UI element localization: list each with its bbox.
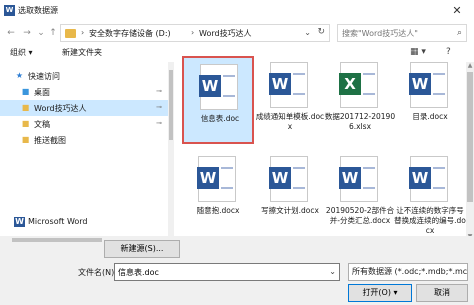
sidebar-item-quick-access[interactable]: ★ 快速访问 [0,68,168,84]
file-name: 20190520-2部件合并-分类汇总.docx [325,206,395,225]
pin-icon[interactable]: ⊸ [156,87,162,95]
scrollbar-thumb[interactable] [467,72,473,202]
word-doc-icon: W [409,156,448,202]
back-button[interactable]: ← [4,26,18,40]
filename-input[interactable] [115,264,339,280]
breadcrumb-separator: › [81,28,85,37]
new-folder-button[interactable]: 新建文件夹 [62,47,102,58]
file-list-scrollbar[interactable]: ▲ ▼ [466,62,474,240]
word-doc-icon: W [199,64,238,110]
word-icon: W [14,217,25,227]
excel-doc-icon: X [339,62,378,108]
sidebar-item-word-tips[interactable]: ■ Word技巧达人 ⊸ [0,100,168,116]
file-name: 目录.docx [412,112,448,121]
breadcrumb-drive[interactable]: 安全数字存储设备 (D:) [89,28,171,39]
file-name: 成绩通知单模板.docx [255,112,325,131]
chevron-down-icon[interactable]: ⌄ [329,267,336,276]
window-title: 选取数据源 [18,6,58,15]
sidebar-item-label: Word技巧达人 [34,104,87,113]
organize-button[interactable]: 组织 ▾ [10,47,33,58]
file-name: 让不连续的数字序号替换成连续的编号.docx [394,206,466,235]
sidebar-item-label: 快速访问 [28,72,60,81]
forward-button[interactable]: → [20,26,34,40]
sidebar-item-screenshots[interactable]: ■ 推送截图 [0,132,168,148]
file-item[interactable]: W 让不连续的数字序号替换成连续的编号.docx [394,150,466,238]
sidebar-item-desktop[interactable]: ■ 桌面 ⊸ [0,84,168,100]
scrollbar-thumb[interactable] [169,70,173,140]
file-item[interactable]: W 随意抱.docx [182,150,254,238]
file-item[interactable]: W 成绩通知单模板.docx [254,56,326,144]
navigation-pane: ★ 快速访问 ■ 桌面 ⊸ ■ Word技巧达人 ⊸ ■ 文稿 ⊸ ■ 推送截图… [0,62,174,240]
close-button[interactable]: ✕ [444,2,470,20]
word-app-icon: W [4,5,15,16]
title-bar: W 选取数据源 ✕ [0,0,474,22]
desktop-folder-icon: ■ [21,87,30,96]
file-item[interactable]: W 20190520-2部件合并-分类汇总.docx [324,150,396,238]
search-box[interactable]: ⌕ [337,24,467,42]
file-item[interactable]: W 信息表.doc [182,56,254,144]
refresh-icon[interactable]: ↻ [317,27,325,37]
file-name: 信息表.doc [200,114,240,123]
sidebar-item-microsoft-word[interactable]: W Microsoft Word [0,214,168,230]
folder-icon: ■ [21,119,30,128]
word-doc-icon: W [269,62,308,108]
navigation-scrollbar[interactable] [168,62,174,240]
search-input[interactable] [342,27,450,39]
star-icon: ★ [15,71,24,80]
file-type-value: 所有数据源 (*.odc;*.mdb;*.mc [352,267,468,276]
folder-icon: ■ [21,135,30,144]
sidebar-item-label: 桌面 [34,88,50,97]
sidebar-item-label: 文稿 [34,120,50,129]
cancel-button[interactable]: 取消 [416,284,468,302]
sidebar-item-label: Microsoft Word [28,217,88,226]
word-doc-icon: W [197,156,236,202]
address-row: ← → ⌄ ↑ › 安全数字存储设备 (D:) › Word技巧达人 ⌄ ↻ ⌕ [0,22,474,44]
address-bar[interactable]: › 安全数字存储设备 (D:) › Word技巧达人 ⌄ ↻ [60,24,330,42]
filename-label: 文件名(N): [78,268,117,277]
new-source-button[interactable]: 新建源(S)... [104,240,180,258]
file-type-select[interactable]: 所有数据源 (*.odc;*.mdb;*.mc [348,263,468,281]
sidebar-item-documents[interactable]: ■ 文稿 ⊸ [0,116,168,132]
scroll-up-arrow-icon[interactable]: ▲ [466,62,474,69]
word-doc-icon: W [269,156,308,202]
file-item[interactable]: W 目录.docx [394,56,466,144]
file-item[interactable]: W 写擦文计划.docx [254,150,326,238]
file-name: 随意抱.docx [196,206,240,215]
search-icon[interactable]: ⌕ [457,28,462,38]
address-dropdown-icon[interactable]: ⌄ [304,28,311,37]
scrollbar-thumb[interactable] [12,238,102,242]
folder-icon [65,29,76,38]
up-button[interactable]: ↑ [46,26,60,40]
file-name: 写擦文计划.docx [261,206,319,215]
open-button[interactable]: 打开(O) ▾ [348,284,412,302]
file-name: 数据201712-201906.xlsx [324,112,396,131]
file-list: W 信息表.doc W 成绩通知单模板.docx X 数据201712-2019… [176,50,466,240]
sidebar-item-label: 推送截图 [34,136,66,145]
word-doc-icon: W [409,62,448,108]
open-dropdown-icon[interactable]: ▾ [394,288,398,297]
breadcrumb-separator: › [191,28,195,37]
word-doc-icon: W [339,156,378,202]
filename-field[interactable]: ⌄ [114,263,340,281]
pin-icon[interactable]: ⊸ [156,103,162,111]
open-button-label: 打开(O) [362,288,391,297]
pin-icon[interactable]: ⊸ [156,119,162,127]
breadcrumb-folder[interactable]: Word技巧达人 [199,28,252,39]
file-item[interactable]: X 数据201712-201906.xlsx [324,56,396,144]
folder-icon: ■ [21,103,30,112]
